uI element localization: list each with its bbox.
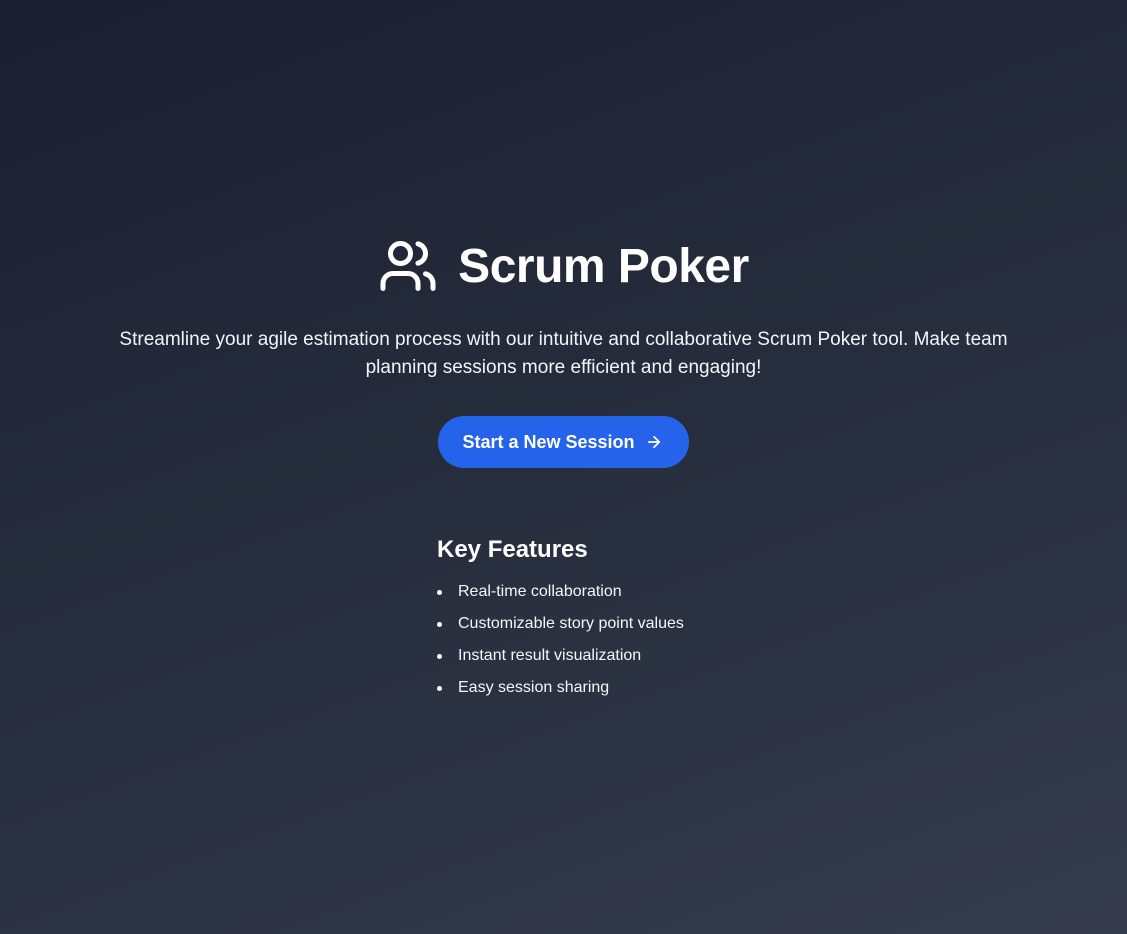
bullet-icon xyxy=(437,622,442,627)
list-item: Instant result visualization xyxy=(437,645,837,667)
users-icon xyxy=(378,236,438,296)
tagline: Streamline your agile estimation process… xyxy=(119,329,1008,378)
feature-label: Easy session sharing xyxy=(458,679,610,696)
page-title: Scrum Poker xyxy=(458,239,749,293)
features-heading: Key Features xyxy=(437,536,588,563)
feature-label: Customizable story point values xyxy=(458,615,684,632)
bullet-icon xyxy=(437,686,442,691)
start-session-label: Start a New Session xyxy=(462,431,635,452)
title-row: Scrum Poker xyxy=(0,232,1127,300)
arrow-right-icon xyxy=(645,433,663,451)
features-list: Real-time collaboration Customizable sto… xyxy=(437,581,837,699)
hero-section: Scrum Poker Streamline your agile estima… xyxy=(0,232,1127,468)
feature-label: Instant result visualization xyxy=(458,647,642,664)
list-item: Real-time collaboration xyxy=(437,581,837,603)
list-item: Easy session sharing xyxy=(437,677,837,699)
feature-label: Real-time collaboration xyxy=(458,583,622,600)
bullet-icon xyxy=(437,590,442,595)
bullet-icon xyxy=(437,654,442,659)
list-item: Customizable story point values xyxy=(437,613,837,635)
key-features-section: Key Features Real-time collaboration Cus… xyxy=(437,534,837,709)
start-session-button[interactable]: Start a New Session xyxy=(438,416,689,468)
